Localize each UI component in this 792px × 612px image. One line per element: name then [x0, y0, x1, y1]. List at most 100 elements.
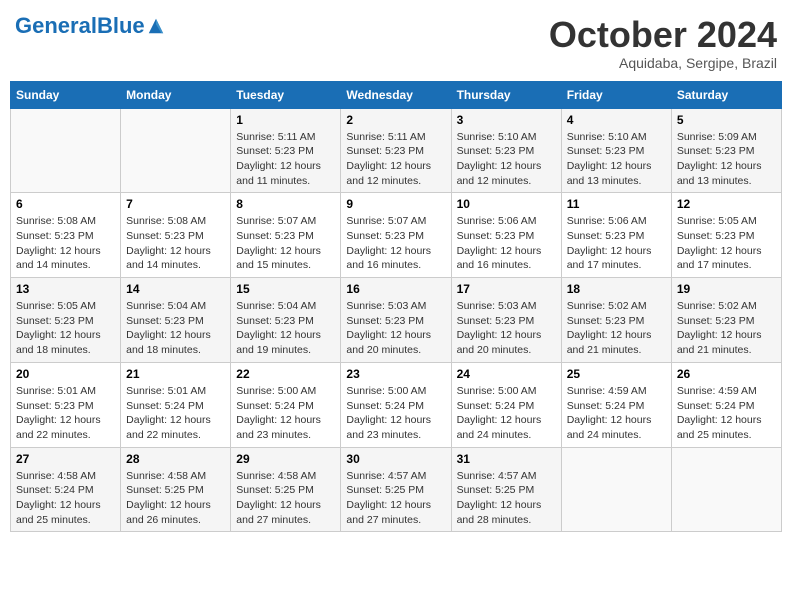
- day-info: Sunrise: 5:03 AM Sunset: 5:23 PM Dayligh…: [457, 299, 556, 358]
- day-number: 1: [236, 113, 335, 127]
- calendar-cell: 10Sunrise: 5:06 AM Sunset: 5:23 PM Dayli…: [451, 193, 561, 278]
- calendar-week-row: 13 Sunrise: 5:05 AM Sunset: 5:23 PM Dayli…: [11, 278, 782, 363]
- day-info: Sunrise: 5:07 AM Sunset: 5:23 PM Dayligh…: [346, 214, 445, 273]
- day-of-week-header: Thursday: [451, 81, 561, 108]
- calendar-week-row: 6Sunrise: 5:08 AM Sunset: 5:23 PM Daylig…: [11, 193, 782, 278]
- day-info: Sunrise: 5:11 AM Sunset: 5:23 PM Dayligh…: [236, 130, 335, 189]
- calendar-cell: 11 Sunrise: 5:06 AM Sunset: 5:23 PM Dayli…: [561, 193, 671, 278]
- day-number: 11: [567, 197, 666, 211]
- day-info: Sunrise: 4:59 AM Sunset: 5:24 PM Dayligh…: [677, 384, 776, 443]
- calendar-cell: [561, 447, 671, 532]
- day-info: Sunrise: 5:02 AM Sunset: 5:23 PM Dayligh…: [567, 299, 666, 358]
- day-number: 4: [567, 113, 666, 127]
- calendar-cell: 26 Sunrise: 4:59 AM Sunset: 5:24 PM Dayli…: [671, 362, 781, 447]
- calendar-cell: 3Sunrise: 5:10 AM Sunset: 5:23 PM Daylig…: [451, 108, 561, 193]
- day-number: 23: [346, 367, 445, 381]
- day-number: 29: [236, 452, 335, 466]
- page-header: GeneralBlue October 2024 Aquidaba, Sergi…: [10, 10, 782, 71]
- day-info: Sunrise: 4:58 AM Sunset: 5:25 PM Dayligh…: [236, 469, 335, 528]
- day-number: 24: [457, 367, 556, 381]
- day-of-week-header: Monday: [121, 81, 231, 108]
- title-block: October 2024 Aquidaba, Sergipe, Brazil: [549, 15, 777, 71]
- calendar-cell: 7 Sunrise: 5:08 AM Sunset: 5:23 PM Daylig…: [121, 193, 231, 278]
- calendar-cell: 23Sunrise: 5:00 AM Sunset: 5:24 PM Dayli…: [341, 362, 451, 447]
- day-of-week-header: Sunday: [11, 81, 121, 108]
- calendar-cell: 28 Sunrise: 4:58 AM Sunset: 5:25 PM Dayli…: [121, 447, 231, 532]
- day-info: Sunrise: 5:11 AM Sunset: 5:23 PM Dayligh…: [346, 130, 445, 189]
- calendar-body: 1 Sunrise: 5:11 AM Sunset: 5:23 PM Daylig…: [11, 108, 782, 532]
- calendar-cell: 31 Sunrise: 4:57 AM Sunset: 5:25 PM Dayli…: [451, 447, 561, 532]
- day-info: Sunrise: 5:06 AM Sunset: 5:23 PM Dayligh…: [567, 214, 666, 273]
- day-number: 2: [346, 113, 445, 127]
- day-info: Sunrise: 5:01 AM Sunset: 5:24 PM Dayligh…: [126, 384, 225, 443]
- calendar-cell: 29 Sunrise: 4:58 AM Sunset: 5:25 PM Dayli…: [231, 447, 341, 532]
- day-number: 30: [346, 452, 445, 466]
- calendar-cell: 20 Sunrise: 5:01 AM Sunset: 5:23 PM Dayli…: [11, 362, 121, 447]
- day-number: 15: [236, 282, 335, 296]
- calendar-week-row: 20 Sunrise: 5:01 AM Sunset: 5:23 PM Dayli…: [11, 362, 782, 447]
- day-of-week-header: Friday: [561, 81, 671, 108]
- day-of-week-header: Saturday: [671, 81, 781, 108]
- day-number: 25: [567, 367, 666, 381]
- calendar-cell: 16Sunrise: 5:03 AM Sunset: 5:23 PM Dayli…: [341, 278, 451, 363]
- day-info: Sunrise: 5:01 AM Sunset: 5:23 PM Dayligh…: [16, 384, 115, 443]
- day-info: Sunrise: 5:08 AM Sunset: 5:23 PM Dayligh…: [16, 214, 115, 273]
- day-number: 14: [126, 282, 225, 296]
- day-info: Sunrise: 5:04 AM Sunset: 5:23 PM Dayligh…: [126, 299, 225, 358]
- day-number: 17: [457, 282, 556, 296]
- calendar-cell: 2 Sunrise: 5:11 AM Sunset: 5:23 PM Daylig…: [341, 108, 451, 193]
- calendar-cell: 4Sunrise: 5:10 AM Sunset: 5:23 PM Daylig…: [561, 108, 671, 193]
- day-info: Sunrise: 5:06 AM Sunset: 5:23 PM Dayligh…: [457, 214, 556, 273]
- day-number: 20: [16, 367, 115, 381]
- day-number: 9: [346, 197, 445, 211]
- logo: GeneralBlue: [15, 15, 165, 37]
- calendar-cell: 14 Sunrise: 5:04 AM Sunset: 5:23 PM Dayli…: [121, 278, 231, 363]
- calendar-cell: 6Sunrise: 5:08 AM Sunset: 5:23 PM Daylig…: [11, 193, 121, 278]
- calendar-cell: 5 Sunrise: 5:09 AM Sunset: 5:23 PM Daylig…: [671, 108, 781, 193]
- calendar-cell: 19Sunrise: 5:02 AM Sunset: 5:23 PM Dayli…: [671, 278, 781, 363]
- day-number: 28: [126, 452, 225, 466]
- day-info: Sunrise: 4:59 AM Sunset: 5:24 PM Dayligh…: [567, 384, 666, 443]
- logo-icon: [147, 17, 165, 35]
- calendar-week-row: 1 Sunrise: 5:11 AM Sunset: 5:23 PM Daylig…: [11, 108, 782, 193]
- day-of-week-header: Tuesday: [231, 81, 341, 108]
- day-number: 5: [677, 113, 776, 127]
- day-info: Sunrise: 5:05 AM Sunset: 5:23 PM Dayligh…: [16, 299, 115, 358]
- calendar-cell: 30Sunrise: 4:57 AM Sunset: 5:25 PM Dayli…: [341, 447, 451, 532]
- calendar-cell: 12Sunrise: 5:05 AM Sunset: 5:23 PM Dayli…: [671, 193, 781, 278]
- calendar-cell: 1 Sunrise: 5:11 AM Sunset: 5:23 PM Daylig…: [231, 108, 341, 193]
- day-info: Sunrise: 5:00 AM Sunset: 5:24 PM Dayligh…: [236, 384, 335, 443]
- calendar-cell: 13 Sunrise: 5:05 AM Sunset: 5:23 PM Dayli…: [11, 278, 121, 363]
- calendar-cell: 22Sunrise: 5:00 AM Sunset: 5:24 PM Dayli…: [231, 362, 341, 447]
- calendar-table: SundayMondayTuesdayWednesdayThursdayFrid…: [10, 81, 782, 533]
- day-number: 19: [677, 282, 776, 296]
- day-number: 16: [346, 282, 445, 296]
- calendar-cell: [11, 108, 121, 193]
- day-info: Sunrise: 5:04 AM Sunset: 5:23 PM Dayligh…: [236, 299, 335, 358]
- day-info: Sunrise: 5:00 AM Sunset: 5:24 PM Dayligh…: [457, 384, 556, 443]
- day-info: Sunrise: 5:07 AM Sunset: 5:23 PM Dayligh…: [236, 214, 335, 273]
- day-info: Sunrise: 5:09 AM Sunset: 5:23 PM Dayligh…: [677, 130, 776, 189]
- day-number: 26: [677, 367, 776, 381]
- day-info: Sunrise: 4:58 AM Sunset: 5:24 PM Dayligh…: [16, 469, 115, 528]
- day-number: 7: [126, 197, 225, 211]
- calendar-cell: [121, 108, 231, 193]
- calendar-cell: 27Sunrise: 4:58 AM Sunset: 5:24 PM Dayli…: [11, 447, 121, 532]
- calendar-cell: 25 Sunrise: 4:59 AM Sunset: 5:24 PM Dayli…: [561, 362, 671, 447]
- calendar-cell: [671, 447, 781, 532]
- day-info: Sunrise: 5:05 AM Sunset: 5:23 PM Dayligh…: [677, 214, 776, 273]
- day-number: 13: [16, 282, 115, 296]
- day-number: 31: [457, 452, 556, 466]
- calendar-cell: 8 Sunrise: 5:07 AM Sunset: 5:23 PM Daylig…: [231, 193, 341, 278]
- calendar-cell: 17 Sunrise: 5:03 AM Sunset: 5:23 PM Dayli…: [451, 278, 561, 363]
- calendar-header: SundayMondayTuesdayWednesdayThursdayFrid…: [11, 81, 782, 108]
- day-number: 18: [567, 282, 666, 296]
- day-info: Sunrise: 5:08 AM Sunset: 5:23 PM Dayligh…: [126, 214, 225, 273]
- month-title: October 2024: [549, 15, 777, 55]
- day-info: Sunrise: 4:57 AM Sunset: 5:25 PM Dayligh…: [457, 469, 556, 528]
- day-number: 21: [126, 367, 225, 381]
- logo-text: GeneralBlue: [15, 15, 145, 37]
- day-info: Sunrise: 4:58 AM Sunset: 5:25 PM Dayligh…: [126, 469, 225, 528]
- calendar-cell: 18 Sunrise: 5:02 AM Sunset: 5:23 PM Dayli…: [561, 278, 671, 363]
- day-number: 8: [236, 197, 335, 211]
